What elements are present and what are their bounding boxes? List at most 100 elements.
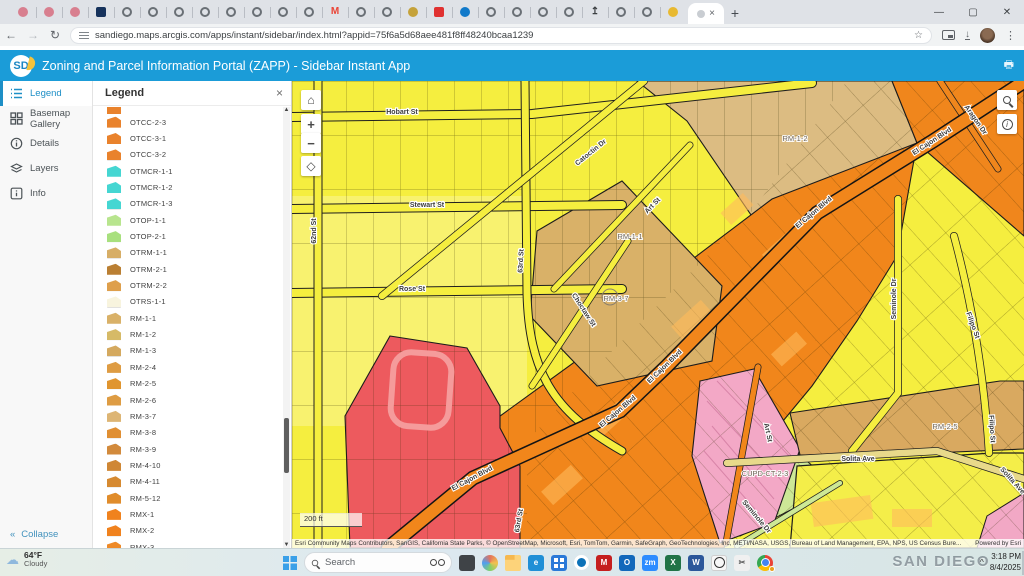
outlook-icon[interactable]: O: [619, 555, 635, 571]
locate-button[interactable]: ◇: [301, 156, 321, 176]
profile-avatar[interactable]: [980, 28, 995, 43]
tab-favicon: [460, 7, 470, 17]
pinned-tab[interactable]: [634, 2, 660, 22]
clock-app-icon[interactable]: [711, 555, 727, 571]
home-button[interactable]: ⌂: [301, 90, 321, 110]
pinned-tab[interactable]: [556, 2, 582, 22]
legend-close-icon[interactable]: ×: [276, 86, 283, 100]
file-explorer-icon[interactable]: [505, 555, 521, 571]
pinned-tab[interactable]: [660, 2, 686, 22]
pinned-tab[interactable]: [166, 2, 192, 22]
sidebar-item-info[interactable]: Info: [0, 181, 92, 206]
forward-button[interactable]: →: [22, 28, 44, 42]
sidebar-item-legend[interactable]: Legend: [0, 81, 92, 106]
snip-tool-icon[interactable]: ✂: [734, 555, 750, 571]
reload-button[interactable]: ↻: [44, 28, 66, 42]
pinned-tab[interactable]: [608, 2, 634, 22]
collapse-button[interactable]: « Collapse: [0, 529, 93, 540]
chrome-icon[interactable]: [757, 555, 773, 571]
zoom-out-button[interactable]: −: [301, 133, 321, 153]
minimize-button[interactable]: —: [922, 0, 956, 24]
pinned-tab[interactable]: [478, 2, 504, 22]
excel-icon[interactable]: X: [665, 555, 681, 571]
zoning-map[interactable]: Hobart St Stewart St Rose St 62nd St 63r…: [292, 81, 1024, 548]
dell-app-icon[interactable]: [574, 555, 589, 570]
pinned-tab[interactable]: [348, 2, 374, 22]
legend-code: OTCC-3-1: [130, 134, 166, 143]
pinned-tab[interactable]: [452, 2, 478, 22]
scroll-up-icon[interactable]: ▲: [283, 107, 290, 113]
sidebar-item-layers[interactable]: Layers: [0, 156, 92, 181]
microsoft-store-icon[interactable]: [551, 555, 567, 571]
site-settings-icon[interactable]: [79, 32, 89, 39]
legend-code: RM-3-7: [130, 412, 156, 421]
pinned-tab[interactable]: [270, 2, 296, 22]
pinned-tab[interactable]: [218, 2, 244, 22]
pinned-tab[interactable]: [426, 2, 452, 22]
pinned-tab[interactable]: [192, 2, 218, 22]
tab-close-icon[interactable]: ×: [709, 9, 715, 19]
print-icon[interactable]: 🖶: [1004, 56, 1014, 75]
pinned-tab[interactable]: [374, 2, 400, 22]
pinned-tab[interactable]: [62, 2, 88, 22]
legend-code: RM-2-5: [130, 379, 156, 388]
sidebar-item-details[interactable]: Details: [0, 131, 92, 156]
pinned-tab[interactable]: [244, 2, 270, 22]
close-button[interactable]: ✕: [990, 0, 1024, 24]
map-info-button[interactable]: i: [997, 114, 1017, 134]
legend-item: OTRM-1-1: [107, 245, 279, 261]
maximize-button[interactable]: ▢: [956, 0, 990, 24]
sidebar-item-basemap-gallery[interactable]: Basemap Gallery: [0, 106, 92, 131]
start-button[interactable]: [283, 556, 297, 570]
legend-code: OTRM-1-1: [130, 248, 167, 257]
legend-item: RM-2-5: [107, 376, 279, 392]
info-square-icon: [10, 187, 23, 200]
url-text[interactable]: sandiego.maps.arcgis.com/apps/instant/si…: [95, 30, 908, 41]
address-bar[interactable]: sandiego.maps.arcgis.com/apps/instant/si…: [70, 27, 932, 44]
zoom-app-icon[interactable]: zm: [642, 555, 658, 571]
back-button[interactable]: ←: [0, 28, 22, 42]
legend-scrollbar[interactable]: ▲ ▼: [283, 107, 290, 548]
new-tab-button[interactable]: +: [724, 2, 746, 24]
legend-item: OTCC-3-1: [107, 130, 279, 146]
tab-favicon: [668, 7, 678, 17]
pinned-tab[interactable]: [10, 2, 36, 22]
legend-item: OTRM-2-2: [107, 277, 279, 293]
legend-item: OTOP-2-1: [107, 228, 279, 244]
legend-swatch: [107, 117, 121, 128]
sidebar: Legend Basemap Gallery Details Layers In…: [0, 81, 93, 548]
legend-item: OTMCR-1-1: [107, 163, 279, 179]
widgets-app-icon[interactable]: [459, 555, 475, 571]
map-search-button[interactable]: [997, 90, 1017, 110]
downloads-icon[interactable]: ↓: [965, 30, 970, 40]
legend-code: RM-5-12: [130, 494, 161, 503]
screen: M ↥ × + — ▢ ✕ ← → ↻ sandiego.maps.arcgis.…: [0, 0, 1024, 576]
street-label: Hobart St: [386, 109, 418, 116]
edge-browser-icon[interactable]: e: [528, 555, 544, 571]
word-icon[interactable]: W: [688, 555, 704, 571]
map-canvas[interactable]: Hobart St Stewart St Rose St 62nd St 63r…: [292, 81, 1024, 548]
pinned-tab[interactable]: [88, 2, 114, 22]
bookmark-star-icon[interactable]: ☆: [914, 30, 923, 41]
mcafee-icon[interactable]: M: [596, 555, 612, 571]
pinned-tab[interactable]: [114, 2, 140, 22]
browser-menu-icon[interactable]: ⋮: [1005, 29, 1016, 42]
active-tab[interactable]: ×: [688, 3, 724, 24]
pinned-tab[interactable]: M: [322, 2, 348, 22]
taskbar-clock[interactable]: 3:18 PM 8/4/2025: [990, 551, 1021, 573]
pinned-tab[interactable]: [504, 2, 530, 22]
pinned-tab[interactable]: [530, 2, 556, 22]
taskbar-search[interactable]: Search: [304, 552, 452, 573]
copilot-app-icon[interactable]: [482, 555, 498, 571]
pinned-tab[interactable]: [400, 2, 426, 22]
street-label: 63rd St: [517, 248, 525, 273]
zoom-in-button[interactable]: +: [301, 114, 321, 134]
tab-favicon: [252, 7, 262, 17]
tab-capture-icon[interactable]: [942, 30, 955, 40]
pinned-tab[interactable]: ↥: [582, 2, 608, 22]
scroll-thumb[interactable]: [284, 418, 289, 473]
pinned-tab[interactable]: [296, 2, 322, 22]
weather-widget[interactable]: ☁ 64°FCloudy: [6, 551, 47, 568]
pinned-tab[interactable]: [140, 2, 166, 22]
pinned-tab[interactable]: [36, 2, 62, 22]
